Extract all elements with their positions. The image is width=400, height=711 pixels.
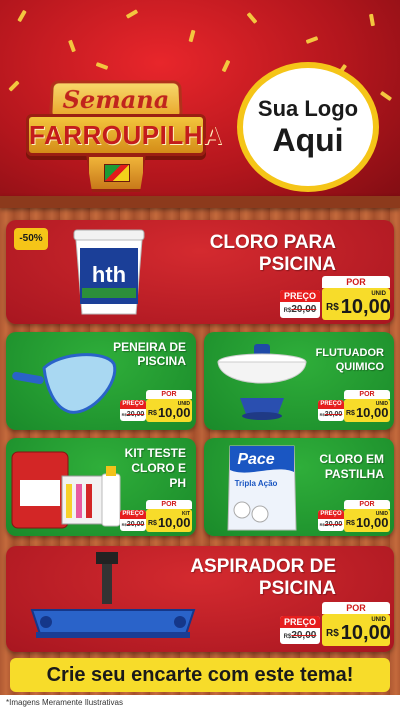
- preco-label: PREÇO: [120, 400, 146, 409]
- currency-label: R$: [346, 410, 355, 417]
- old-price-box: PREÇO R$20,00: [280, 290, 320, 318]
- event-badge: Semana FARROUPILHA: [22, 70, 223, 200]
- por-label: POR: [146, 500, 192, 509]
- confetti: [95, 62, 109, 70]
- preco-label: PREÇO: [318, 400, 344, 409]
- old-price-box: PREÇO R$20,00: [120, 400, 146, 421]
- badge-main-plate: FARROUPILHA: [26, 114, 223, 156]
- por-label: POR: [344, 390, 390, 399]
- preco-label: PREÇO: [318, 510, 344, 519]
- old-price: R$20,00: [280, 628, 320, 644]
- old-price-value: 20,00: [126, 521, 145, 528]
- unit-label: UNID: [375, 511, 388, 517]
- badge-top-label: Semana: [62, 85, 170, 115]
- state-flag-icon: [104, 164, 130, 182]
- disclaimer-text: *Imagens Meramente Ilustrativas: [0, 695, 400, 711]
- old-price-value: 20,00: [291, 630, 317, 641]
- old-price: R$20,00: [280, 302, 320, 318]
- unit-label: KIT: [181, 511, 190, 517]
- price-tag: POR PREÇO R$20,00 R$ 10,00 KIT: [120, 500, 192, 532]
- new-price-box: R$ 10,00 UNID: [146, 399, 192, 422]
- currency-label: R$: [148, 410, 157, 417]
- old-price-box: PREÇO R$20,00: [280, 616, 320, 644]
- product-title: KIT TESTE CLORO E PH: [124, 446, 186, 490]
- old-price-value: 20,00: [324, 411, 343, 418]
- product-title: CLORO EM PASTILHA: [319, 452, 384, 481]
- old-price: R$20,00: [120, 409, 146, 421]
- price-value: 10,00: [340, 622, 391, 644]
- confetti: [305, 36, 319, 44]
- product-title: FLUTUADOR QUIMICO: [315, 347, 384, 373]
- old-price-box: PREÇO R$20,00: [318, 400, 344, 421]
- confetti: [368, 13, 376, 27]
- pool-skimmer-net-image: [10, 346, 120, 420]
- old-price: R$20,00: [318, 519, 344, 531]
- bag-subtitle-text: Tripla Ação: [235, 479, 278, 488]
- por-label: POR: [322, 276, 390, 288]
- new-price-box: R$ 10,00 UNID: [344, 509, 390, 532]
- product-card-cloro[interactable]: -50% hth CLORO PARA PSICINA POR PREÇO R$…: [6, 220, 394, 324]
- unit-label: UNID: [371, 291, 386, 297]
- currency-label: R$: [148, 520, 157, 527]
- currency-label: R$: [346, 520, 355, 527]
- product-card-aspirador[interactable]: ASPIRADOR DE PSICINA POR PREÇO R$20,00 R…: [6, 546, 394, 652]
- old-price: R$20,00: [120, 519, 146, 531]
- confetti: [379, 90, 393, 102]
- store-logo-placeholder: Sua Logo Aqui: [237, 62, 379, 192]
- old-price-value: 20,00: [324, 521, 343, 528]
- badge-main-label: FARROUPILHA: [29, 120, 223, 150]
- price-tag: POR PREÇO R$20,00 R$ 10,00 UNID: [280, 602, 391, 646]
- product-card-flutuador[interactable]: FLUTUADOR QUIMICO POR PREÇO R$20,00 R$ 1…: [204, 332, 394, 430]
- price-tag: POR PREÇO R$20,00 R$ 10,00 UNID: [280, 276, 391, 320]
- logo-line-1: Sua Logo: [257, 96, 359, 121]
- new-price-box: R$ 10,00 UNID: [344, 399, 390, 422]
- new-price-box: R$ 10,00 KIT: [146, 509, 192, 532]
- confetti: [17, 9, 27, 23]
- product-card-kit-teste[interactable]: KIT TESTE CLORO E PH POR PREÇO R$20,00 R…: [6, 438, 196, 536]
- product-title: CLORO PARA PSICINA: [209, 232, 336, 275]
- currency-label: R$: [326, 302, 339, 313]
- price-tag: POR PREÇO R$20,00 R$ 10,00 UNID: [120, 390, 192, 422]
- unit-label: UNID: [177, 401, 190, 407]
- confetti: [221, 59, 231, 73]
- preco-label: PREÇO: [280, 290, 320, 302]
- chlorine-floater-image: [214, 340, 310, 426]
- test-kit-image: [10, 446, 126, 532]
- confetti: [246, 12, 258, 24]
- currency-label: R$: [326, 628, 339, 639]
- confetti: [68, 39, 76, 53]
- old-price: R$20,00: [318, 409, 344, 421]
- new-price-box: R$ 10,00 UNID: [322, 288, 391, 320]
- old-price-value: 20,00: [291, 304, 317, 315]
- confetti: [8, 80, 20, 92]
- bucket-brand-text: hth: [92, 262, 126, 287]
- price-tag: POR PREÇO R$20,00 R$ 10,00 UNID: [318, 390, 390, 422]
- product-title: PENEIRA DE PISCINA: [113, 340, 186, 368]
- discount-badge: -50%: [14, 228, 48, 250]
- old-price-box: PREÇO R$20,00: [318, 510, 344, 531]
- chlorine-tablet-bag-image: Pace Tripla Ação: [226, 442, 298, 532]
- product-title: ASPIRADOR DE PSICINA: [190, 556, 336, 599]
- confetti: [125, 9, 139, 19]
- cta-banner[interactable]: Crie seu encarte com este tema!: [10, 658, 390, 692]
- preco-label: PREÇO: [120, 510, 146, 519]
- old-price-value: 20,00: [126, 411, 145, 418]
- por-label: POR: [146, 390, 192, 399]
- unit-label: UNID: [375, 401, 388, 407]
- price-value: 10,00: [340, 296, 391, 318]
- product-card-pastilha[interactable]: Pace Tripla Ação CLORO EM PASTILHA POR P…: [204, 438, 394, 536]
- logo-line-2: Aqui: [272, 122, 344, 158]
- preco-label: PREÇO: [280, 616, 320, 628]
- old-price-box: PREÇO R$20,00: [120, 510, 146, 531]
- unit-label: UNID: [371, 617, 386, 623]
- price-tag: POR PREÇO R$20,00 R$ 10,00 UNID: [318, 500, 390, 532]
- por-label: POR: [344, 500, 390, 509]
- por-label: POR: [322, 602, 390, 614]
- new-price-box: R$ 10,00 UNID: [322, 614, 391, 646]
- product-card-peneira[interactable]: PENEIRA DE PISCINA POR PREÇO R$20,00 R$ …: [6, 332, 196, 430]
- confetti: [188, 29, 196, 43]
- bag-brand-text: Pace: [237, 451, 274, 468]
